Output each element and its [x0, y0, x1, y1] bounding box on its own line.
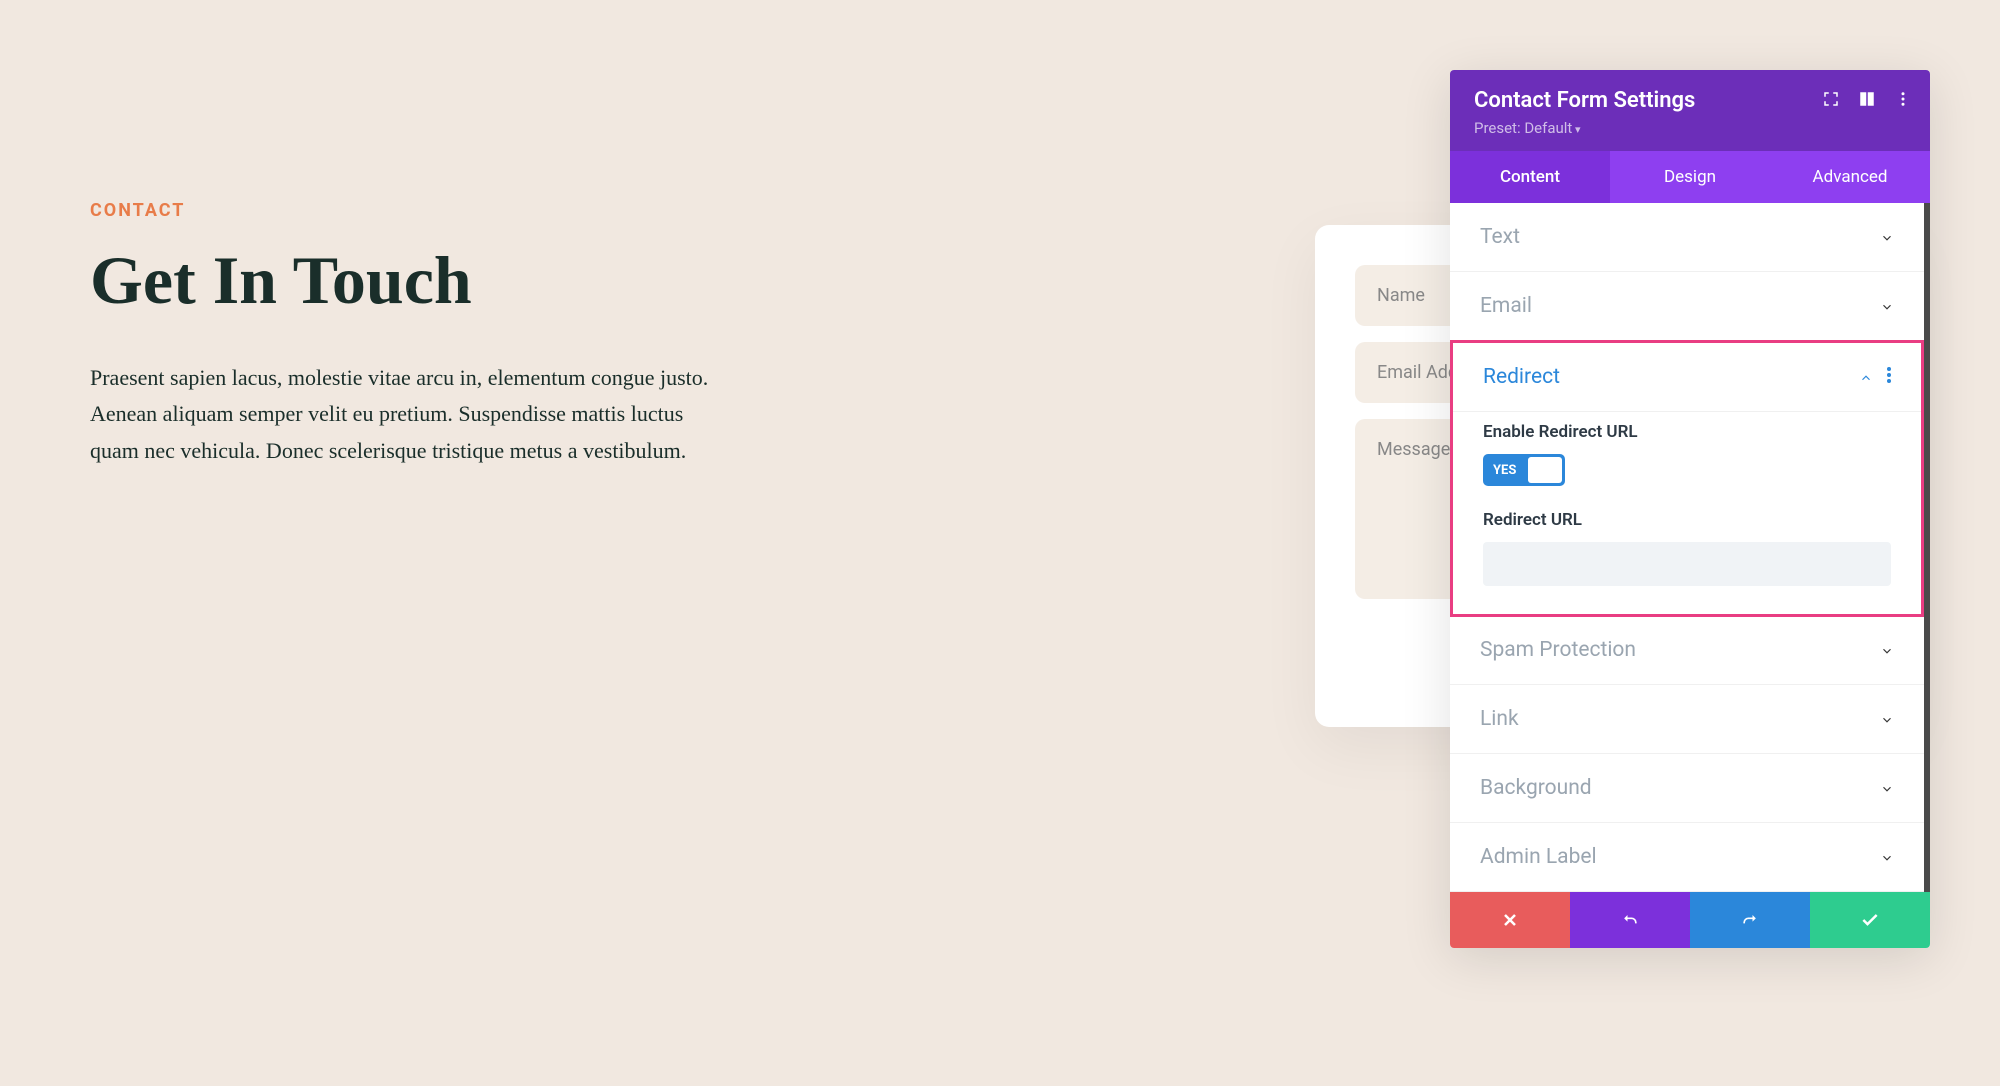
section-link[interactable]: Link — [1450, 685, 1924, 754]
tab-advanced[interactable]: Advanced — [1770, 151, 1930, 203]
tab-design[interactable]: Design — [1610, 151, 1770, 203]
section-label-link: Link — [1480, 707, 1519, 731]
section-redirect[interactable]: Redirect — [1453, 343, 1921, 412]
panel-tabs: Content Design Advanced — [1450, 151, 1930, 203]
chevron-down-icon — [1880, 712, 1894, 726]
section-redirect-highlighted: Redirect Enable Redirect URL YES Redirec… — [1450, 340, 1924, 617]
enable-redirect-toggle[interactable]: YES — [1483, 454, 1565, 486]
chevron-down-icon — [1880, 299, 1894, 313]
section-label-text: Text — [1480, 225, 1520, 249]
section-label-admin: Admin Label — [1480, 845, 1597, 869]
tab-content[interactable]: Content — [1450, 151, 1610, 203]
contact-subtitle: CONTACT — [90, 200, 1265, 221]
section-label-email: Email — [1480, 294, 1532, 318]
expand-icon[interactable] — [1822, 90, 1840, 108]
redirect-url-label: Redirect URL — [1483, 510, 1891, 530]
chevron-down-icon — [1880, 781, 1894, 795]
section-label-redirect: Redirect — [1483, 365, 1560, 389]
panel-header: Contact Form Settings Preset: Default — [1450, 70, 1930, 151]
chevron-down-icon — [1880, 230, 1894, 244]
more-icon[interactable] — [1894, 90, 1912, 108]
section-text[interactable]: Text — [1450, 203, 1924, 272]
chevron-down-icon — [1880, 643, 1894, 657]
section-label-background: Background — [1480, 776, 1592, 800]
chevron-up-icon — [1859, 370, 1873, 384]
section-background[interactable]: Background — [1450, 754, 1924, 823]
preset-dropdown[interactable]: Preset: Default — [1474, 119, 1906, 137]
save-button[interactable] — [1810, 892, 1930, 948]
panel-footer — [1450, 892, 1930, 948]
toggle-knob — [1528, 457, 1562, 483]
section-email[interactable]: Email — [1450, 272, 1924, 341]
columns-icon[interactable] — [1858, 90, 1876, 108]
section-label-spam: Spam Protection — [1480, 638, 1636, 662]
redirect-url-input[interactable] — [1483, 542, 1891, 586]
section-more-icon[interactable] — [1887, 367, 1891, 387]
enable-redirect-label: Enable Redirect URL — [1483, 422, 1891, 442]
undo-button[interactable] — [1570, 892, 1690, 948]
cancel-button[interactable] — [1450, 892, 1570, 948]
section-spam[interactable]: Spam Protection — [1450, 616, 1924, 685]
chevron-down-icon — [1880, 850, 1894, 864]
section-admin[interactable]: Admin Label — [1450, 823, 1924, 892]
page-body-text: Praesent sapien lacus, molestie vitae ar… — [90, 360, 730, 469]
page-heading: Get In Touch — [90, 241, 1265, 320]
redo-button[interactable] — [1690, 892, 1810, 948]
settings-panel: Contact Form Settings Preset: Default Co… — [1450, 70, 1930, 948]
toggle-value: YES — [1493, 463, 1516, 478]
